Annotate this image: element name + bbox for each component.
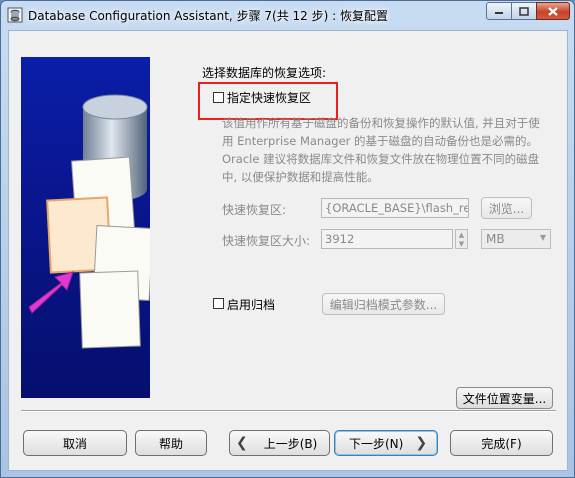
chevron-right-icon: ❯ bbox=[415, 435, 428, 451]
spin-up-icon[interactable]: ▲ bbox=[456, 230, 467, 239]
chevron-left-icon: ❮ bbox=[236, 435, 248, 451]
finish-button[interactable]: 完成(F) bbox=[450, 430, 553, 456]
footer-divider bbox=[21, 410, 556, 412]
recovery-options-label: 选择数据库的恢复选项: bbox=[202, 66, 327, 80]
fast-recovery-checkbox-label[interactable]: 指定快速恢复区 bbox=[227, 89, 311, 106]
dialog-client-area: 选择数据库的恢复选项: 指定快速恢复区 该值用作所有基于磁盘的备份和恢复操作的默… bbox=[8, 30, 568, 471]
cancel-button[interactable]: 取消 bbox=[23, 430, 127, 456]
dbca-window: Database Configuration Assistant, 步骤 7(共… bbox=[0, 0, 575, 478]
fast-recovery-checkbox[interactable] bbox=[213, 92, 224, 103]
enable-archive-label[interactable]: 启用归档 bbox=[227, 296, 275, 313]
fast-recovery-area-label: 快速恢复区: bbox=[222, 203, 287, 217]
close-icon bbox=[548, 6, 558, 16]
next-button-label: 下一步(N) bbox=[349, 436, 404, 451]
description-line-1: 该值用作所有基于磁盘的备份和恢复操作的默认值, 并且对于使 bbox=[222, 116, 540, 130]
fast-recovery-size-label: 快速恢复区大小: bbox=[222, 234, 311, 248]
fast-recovery-area-input[interactable]: {ORACLE_BASE}\flash_re bbox=[321, 198, 469, 218]
minimize-icon bbox=[495, 12, 503, 14]
enable-archive-checkbox[interactable] bbox=[213, 298, 224, 309]
description-line-2: 用 Enterprise Manager 的基于磁盘的自动备份也是必需的。 bbox=[222, 134, 539, 148]
app-icon bbox=[7, 7, 23, 23]
minimize-button[interactable] bbox=[486, 2, 512, 20]
title-bar[interactable]: Database Configuration Assistant, 步骤 7(共… bbox=[1, 1, 574, 29]
edit-archive-params-button[interactable]: 编辑归档模式参数... bbox=[322, 293, 445, 315]
size-unit-select[interactable]: MB ▼ bbox=[481, 229, 551, 249]
close-button[interactable] bbox=[536, 2, 570, 20]
help-button[interactable]: 帮助 bbox=[135, 430, 207, 456]
wizard-illustration bbox=[21, 57, 150, 398]
chevron-down-icon: ▼ bbox=[539, 233, 546, 242]
maximize-icon bbox=[519, 6, 529, 16]
size-unit-value: MB bbox=[486, 232, 505, 246]
file-location-variables-button[interactable]: 文件位置变量... bbox=[456, 387, 553, 409]
fast-recovery-size-input[interactable]: 3912 bbox=[321, 229, 453, 249]
window-title: Database Configuration Assistant, 步骤 7(共… bbox=[28, 9, 388, 23]
description-line-4: 中, 以便保护数据和提高性能。 bbox=[222, 170, 379, 184]
back-button[interactable]: ❮ 上一步(B) bbox=[229, 430, 330, 456]
database-documents-illustration bbox=[28, 94, 150, 349]
next-button[interactable]: 下一步(N) ❯ bbox=[334, 430, 438, 456]
maximize-button[interactable] bbox=[511, 2, 537, 20]
back-button-label: 上一步(B) bbox=[263, 436, 318, 451]
browse-button[interactable]: 浏览... bbox=[481, 197, 532, 219]
size-spinner[interactable]: ▲ ▼ bbox=[455, 229, 468, 249]
description-line-3: Oracle 建议将数据库文件和恢复文件放在物理位置不同的磁盘 bbox=[222, 152, 540, 166]
spin-down-icon[interactable]: ▼ bbox=[456, 239, 467, 248]
